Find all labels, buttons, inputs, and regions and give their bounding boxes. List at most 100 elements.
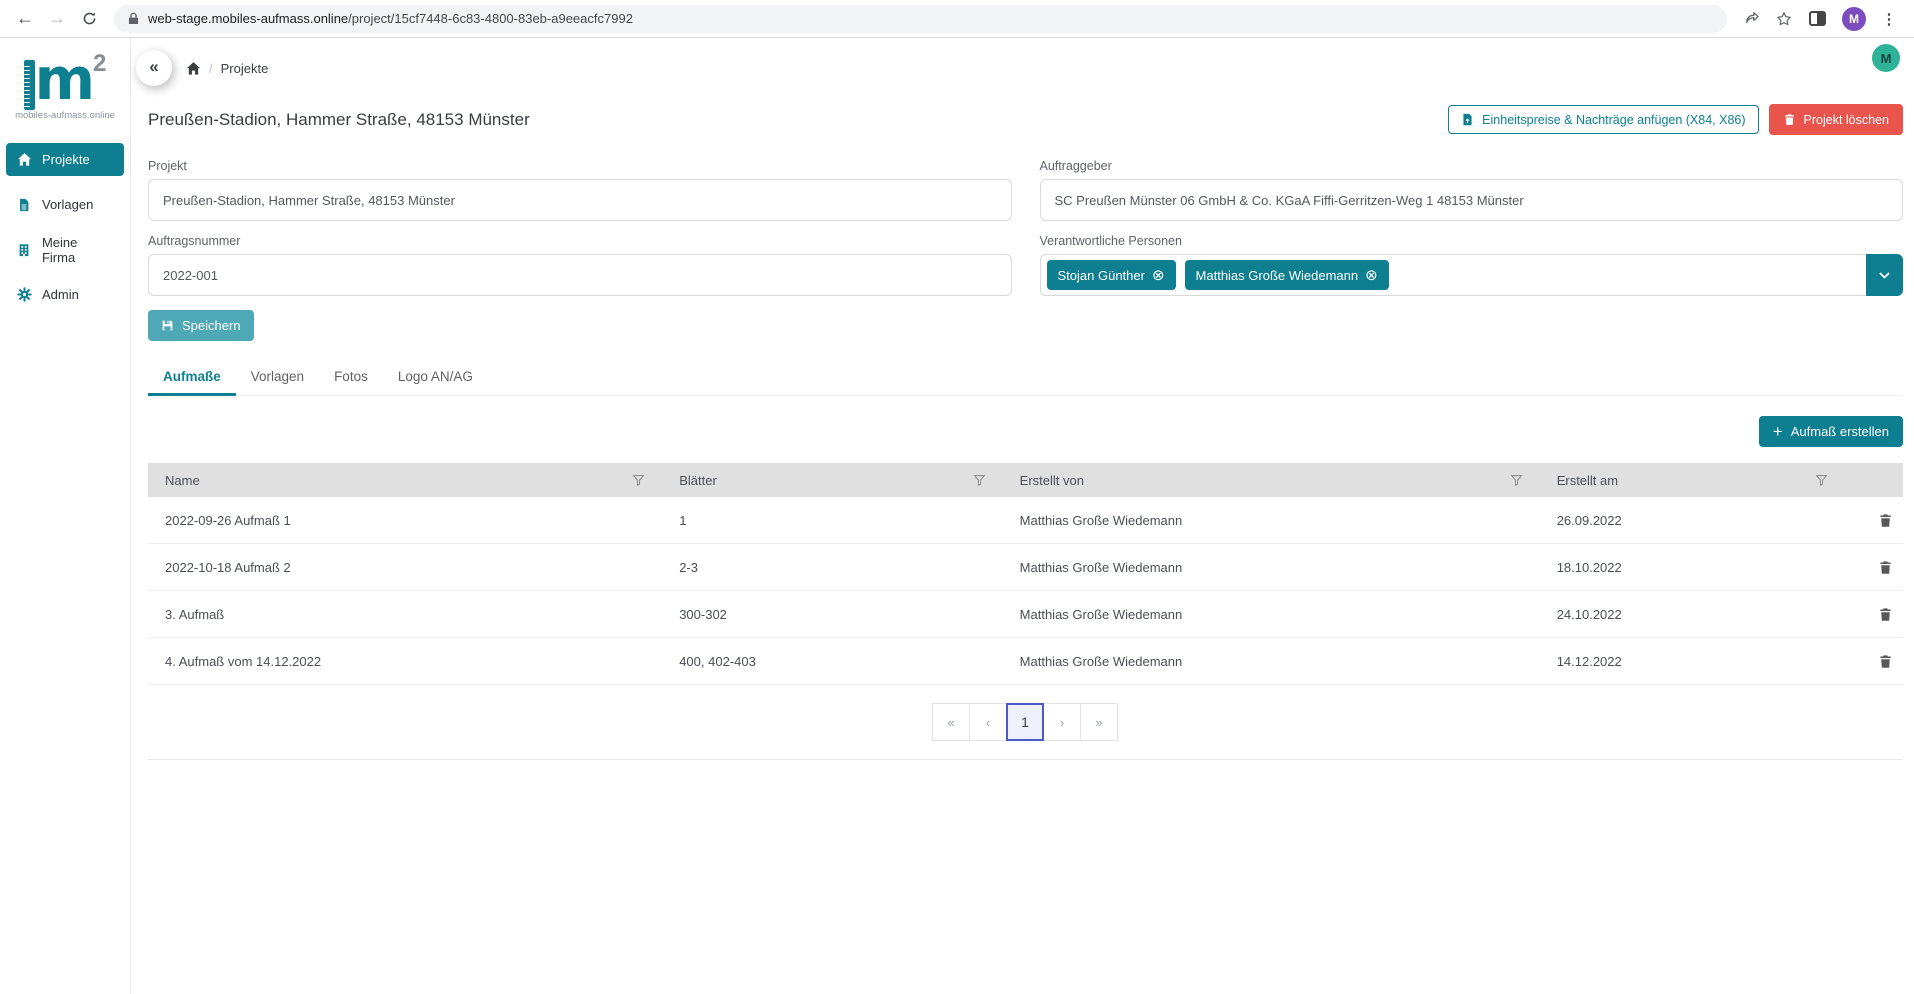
sidebar-item-label: Vorlagen	[42, 197, 93, 212]
table-row[interactable]: 2022-10-18 Aufmaß 2 2-3 Matthias Große W…	[148, 544, 1903, 591]
sidebar-item-vorlagen[interactable]: Vorlagen	[6, 188, 124, 221]
column-header-erstellt-am: Erstellt am	[1557, 473, 1618, 488]
person-chip-label: Stojan Günther	[1058, 268, 1145, 283]
cell-erstellt-am: 18.10.2022	[1540, 560, 1845, 575]
personen-dropdown-button[interactable]	[1866, 254, 1903, 296]
logo-caption: mobiles-aufmass.online	[10, 110, 120, 121]
ruler-icon	[24, 60, 35, 110]
projekt-input[interactable]	[148, 179, 1012, 221]
attach-prices-button[interactable]: Einheitspreise & Nachträge anfügen (X84,…	[1448, 105, 1758, 134]
pagination-next-button[interactable]: ›	[1043, 703, 1081, 741]
tab-vorlagen[interactable]: Vorlagen	[236, 369, 319, 395]
share-icon[interactable]	[1737, 4, 1767, 34]
pagination-page-1-button[interactable]: 1	[1006, 703, 1044, 741]
main-content: M « / Projekte Preußen-Stadion, Hammer S…	[131, 38, 1914, 994]
url-path: /project/15cf7448-6c83-4800-83eb-a9eeacf…	[348, 11, 633, 26]
sidebar: m 2 mobiles-aufmass.online Projekte Vorl…	[0, 38, 131, 994]
breadcrumb-home-icon[interactable]	[186, 61, 201, 76]
sidebar-item-label: Meine Firma	[42, 235, 114, 265]
plus-icon: +	[1773, 423, 1783, 440]
table-row[interactable]: 4. Aufmaß vom 14.12.2022 400, 402-403 Ma…	[148, 638, 1903, 685]
person-chip-label: Matthias Große Wiedemann	[1196, 268, 1359, 283]
forward-icon[interactable]: →	[42, 4, 72, 34]
projekt-label: Projekt	[148, 159, 1012, 173]
logo-letter: m	[35, 48, 93, 110]
create-aufmass-label: Aufmaß erstellen	[1791, 424, 1889, 439]
cell-name: 3. Aufmaß	[148, 607, 662, 622]
chip-remove-icon[interactable]: ⊗	[1365, 268, 1378, 283]
chip-remove-icon[interactable]: ⊗	[1152, 268, 1165, 283]
table-row[interactable]: 3. Aufmaß 300-302 Matthias Große Wiedema…	[148, 591, 1903, 638]
url-bar[interactable]: web-stage.mobiles-aufmass.online/project…	[114, 5, 1727, 33]
pagination-last-button[interactable]: »	[1080, 703, 1118, 741]
gear-icon	[16, 287, 32, 302]
browser-profile-avatar[interactable]: M	[1842, 7, 1866, 31]
personen-label: Verantwortliche Personen	[1040, 234, 1904, 248]
delete-project-button[interactable]: Projekt löschen	[1769, 104, 1903, 135]
file-import-icon	[1461, 113, 1474, 126]
auftragsnummer-label: Auftragsnummer	[148, 234, 1012, 248]
save-button-label: Speichern	[182, 318, 241, 333]
cell-erstellt-von: Matthias Große Wiedemann	[1003, 560, 1540, 575]
delete-row-icon[interactable]	[1878, 560, 1893, 575]
auftraggeber-input[interactable]	[1040, 179, 1904, 221]
cell-blaetter: 400, 402-403	[662, 654, 1002, 669]
breadcrumb-separator: /	[209, 61, 213, 76]
attach-prices-label: Einheitspreise & Nachträge anfügen (X84,…	[1482, 113, 1745, 127]
sidebar-item-admin[interactable]: Admin	[6, 278, 124, 311]
tab-fotos[interactable]: Fotos	[319, 369, 383, 395]
cell-name: 2022-09-26 Aufmaß 1	[148, 513, 662, 528]
aufmass-table: Name Blätter Erstellt von Erstellt am	[148, 463, 1903, 760]
cell-erstellt-von: Matthias Große Wiedemann	[1003, 654, 1540, 669]
cell-blaetter: 2-3	[662, 560, 1002, 575]
sidebar-item-meine-firma[interactable]: Meine Firma	[6, 233, 124, 266]
column-header-blaetter: Blätter	[679, 473, 717, 488]
tab-logo-an-ag[interactable]: Logo AN/AG	[383, 369, 488, 395]
delete-row-icon[interactable]	[1878, 654, 1893, 669]
document-icon	[16, 198, 32, 212]
tab-aufmasse[interactable]: Aufmaße	[148, 369, 236, 395]
url-domain: web-stage.mobiles-aufmass.online	[148, 11, 348, 26]
cell-blaetter: 1	[662, 513, 1002, 528]
person-chip[interactable]: Stojan Günther ⊗	[1047, 260, 1176, 290]
cell-name: 2022-10-18 Aufmaß 2	[148, 560, 662, 575]
pagination: « ‹ 1 › »	[148, 703, 1903, 741]
pagination-prev-button[interactable]: ‹	[969, 703, 1007, 741]
side-panel-icon[interactable]	[1809, 11, 1826, 26]
column-header-erstellt-von: Erstellt von	[1020, 473, 1084, 488]
cell-erstellt-von: Matthias Große Wiedemann	[1003, 607, 1540, 622]
breadcrumb-current[interactable]: Projekte	[221, 61, 269, 76]
delete-row-icon[interactable]	[1878, 607, 1893, 622]
personen-multiselect[interactable]: Stojan Günther ⊗ Matthias Große Wiedeman…	[1040, 254, 1904, 296]
cell-erstellt-am: 14.12.2022	[1540, 654, 1845, 669]
create-aufmass-button[interactable]: + Aufmaß erstellen	[1759, 416, 1903, 447]
building-icon	[16, 243, 32, 257]
filter-icon[interactable]	[973, 474, 986, 487]
bookmark-star-icon[interactable]	[1769, 4, 1799, 34]
user-avatar[interactable]: M	[1872, 44, 1900, 72]
table-row[interactable]: 2022-09-26 Aufmaß 1 1 Matthias Große Wie…	[148, 497, 1903, 544]
trash-icon	[1783, 113, 1796, 126]
column-header-name: Name	[165, 473, 200, 488]
sidebar-item-projekte[interactable]: Projekte	[6, 143, 124, 176]
sidebar-item-label: Admin	[42, 287, 79, 302]
back-icon[interactable]: ←	[10, 4, 40, 34]
app-logo: m 2 mobiles-aufmass.online	[10, 48, 120, 121]
sidebar-collapse-button[interactable]: «	[136, 50, 172, 86]
cell-erstellt-von: Matthias Große Wiedemann	[1003, 513, 1540, 528]
table-header: Name Blätter Erstellt von Erstellt am	[148, 463, 1903, 497]
chevron-down-icon	[1878, 269, 1891, 282]
sidebar-nav: Projekte Vorlagen Meine Firma Admin	[0, 143, 130, 311]
filter-icon[interactable]	[1815, 474, 1828, 487]
reload-icon[interactable]	[74, 4, 104, 34]
browser-menu-icon[interactable]: ⋮	[1874, 4, 1904, 34]
save-button[interactable]: Speichern	[148, 310, 254, 341]
pagination-first-button[interactable]: «	[932, 703, 970, 741]
delete-row-icon[interactable]	[1878, 513, 1893, 528]
filter-icon[interactable]	[1510, 474, 1523, 487]
url-text: web-stage.mobiles-aufmass.online/project…	[148, 11, 633, 26]
filter-icon[interactable]	[632, 474, 645, 487]
home-icon	[16, 152, 32, 167]
person-chip[interactable]: Matthias Große Wiedemann ⊗	[1185, 260, 1389, 290]
auftragsnummer-input[interactable]	[148, 254, 1012, 296]
